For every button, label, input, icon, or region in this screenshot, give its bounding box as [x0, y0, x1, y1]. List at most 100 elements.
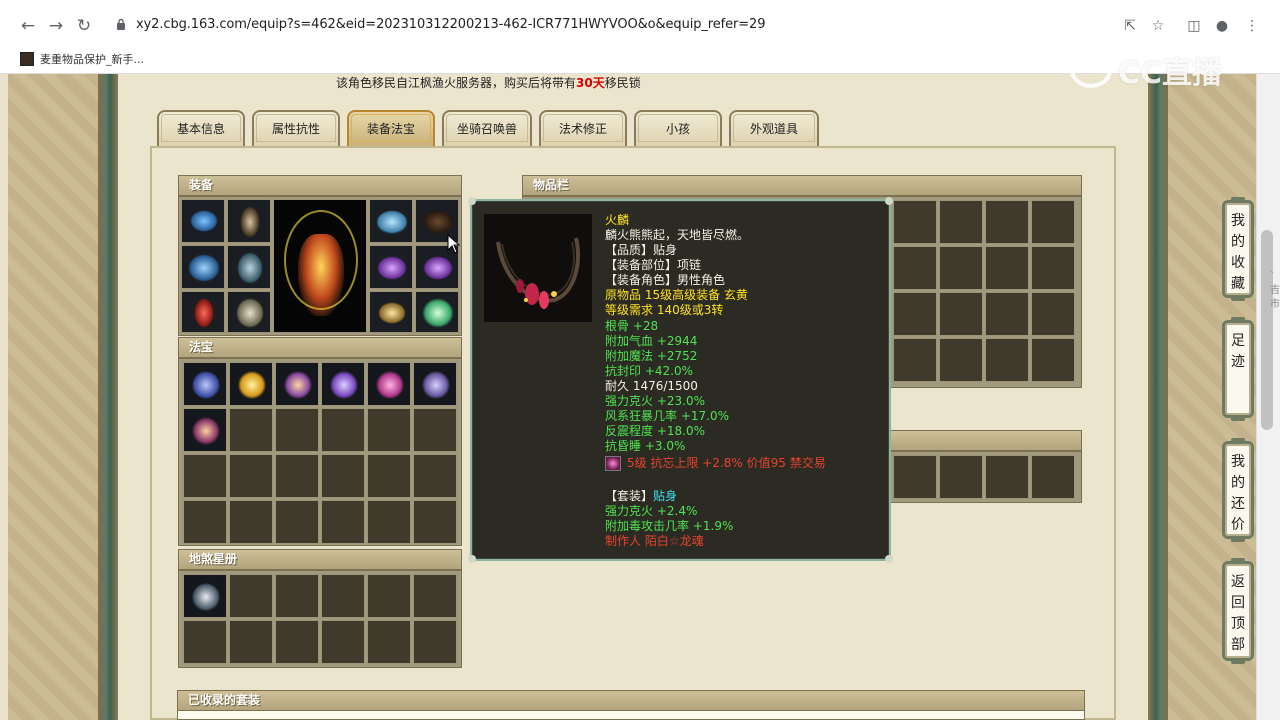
item-slot[interactable] [229, 500, 273, 544]
item-slot[interactable] [275, 574, 319, 618]
item-slot[interactable] [893, 200, 937, 244]
equipment-slot-helmet[interactable] [181, 199, 225, 243]
item-slot[interactable] [985, 246, 1029, 290]
item-slot[interactable] [183, 574, 227, 618]
item-slot[interactable] [183, 500, 227, 544]
tooltip-corner [885, 197, 893, 205]
star-icon[interactable]: ☆ [1148, 16, 1168, 36]
share-icon[interactable]: ⇱ [1120, 16, 1140, 36]
item-slot[interactable] [985, 455, 1029, 499]
item-slot[interactable] [367, 454, 411, 498]
equipment-slot-armor[interactable] [227, 245, 271, 289]
tab-basic-info[interactable]: 基本信息 [157, 110, 245, 146]
equipment-slot-weapon-top[interactable] [227, 199, 271, 243]
item-slot[interactable] [321, 574, 365, 618]
item-slot[interactable] [321, 500, 365, 544]
item-slot[interactable] [893, 455, 937, 499]
item-slot[interactable] [229, 454, 273, 498]
item-slot[interactable] [183, 362, 227, 406]
url-text[interactable]: xy2.cbg.163.com/equip?s=462&eid=20231031… [136, 17, 766, 32]
item-slot[interactable] [367, 362, 411, 406]
item-icon [192, 417, 220, 445]
item-origin: 原物品 15级高级装备 玄黄 [605, 288, 748, 302]
set-name: 贴身 [653, 489, 678, 503]
item-slot[interactable] [893, 292, 937, 336]
item-slot[interactable] [321, 620, 365, 664]
item-slot[interactable] [893, 246, 937, 290]
tab-child[interactable]: 小孩 [634, 110, 722, 146]
item-slot[interactable] [367, 408, 411, 452]
tab-equipment[interactable]: 装备法宝 [347, 110, 435, 146]
item-slot[interactable] [229, 620, 273, 664]
item-slot[interactable] [367, 620, 411, 664]
item-slot[interactable] [229, 362, 273, 406]
equipment-slot-accessory[interactable] [369, 291, 413, 333]
item-slot[interactable] [1031, 455, 1075, 499]
tooltip-corner [885, 555, 893, 563]
side-button-char: 藏 [1231, 276, 1245, 292]
item-slot[interactable] [939, 338, 983, 382]
item-slot[interactable] [1031, 292, 1075, 336]
equipment-slot-weapon[interactable] [181, 245, 225, 289]
item-slot[interactable] [939, 455, 983, 499]
history-button[interactable]: 足迹 [1222, 317, 1254, 421]
item-slot[interactable] [413, 362, 457, 406]
item-stat-line: 附加气血 +2944 [605, 334, 698, 348]
item-slot[interactable] [1031, 200, 1075, 244]
tab-attributes[interactable]: 属性抗性 [252, 110, 340, 146]
bookmark-label: 麦重物品保护_新手... [40, 53, 144, 66]
reload-icon[interactable]: ↻ [72, 14, 96, 38]
item-slot[interactable] [183, 620, 227, 664]
side-button-char: 回 [1231, 595, 1245, 611]
item-slot[interactable] [413, 500, 457, 544]
equipment-slot-ring-left[interactable] [369, 245, 413, 289]
item-slot[interactable] [985, 338, 1029, 382]
my-offers-button[interactable]: 我的还价 [1222, 438, 1254, 542]
item-slot[interactable] [413, 620, 457, 664]
sidepanel-icon[interactable]: ◫ [1184, 16, 1204, 36]
item-slot[interactable] [985, 200, 1029, 244]
equipment-slot-orb[interactable] [415, 291, 459, 333]
scrollbar-thumb[interactable] [1261, 230, 1273, 430]
item-slot[interactable] [367, 500, 411, 544]
item-slot[interactable] [413, 574, 457, 618]
item-slot[interactable] [275, 362, 319, 406]
favorites-button[interactable]: 我的收藏 [1222, 197, 1254, 301]
item-slot[interactable] [275, 620, 319, 664]
item-slot[interactable] [413, 454, 457, 498]
item-slot[interactable] [939, 292, 983, 336]
item-slot[interactable] [893, 338, 937, 382]
item-slot[interactable] [321, 362, 365, 406]
item-slot[interactable] [413, 408, 457, 452]
item-slot[interactable] [229, 574, 273, 618]
item-slot[interactable] [985, 292, 1029, 336]
bookmark-item[interactable]: 麦重物品保护_新手... [20, 50, 144, 68]
item-slot[interactable] [183, 454, 227, 498]
item-slot[interactable] [1031, 338, 1075, 382]
equipment-slot-necklace-alt[interactable] [369, 199, 413, 243]
side-button-char: 的 [1231, 475, 1245, 491]
item-slot[interactable] [229, 408, 273, 452]
tab-appearance[interactable]: 外观道具 [729, 110, 819, 146]
item-slot[interactable] [183, 408, 227, 452]
watermark-logo: CC直播 [1070, 50, 1222, 91]
item-slot[interactable] [275, 454, 319, 498]
equipment-slot-belt[interactable] [181, 291, 225, 333]
equipment-slot-boots[interactable] [227, 291, 271, 333]
item-slot[interactable] [275, 500, 319, 544]
item-slot[interactable] [939, 200, 983, 244]
menu-icon[interactable]: ⋮ [1242, 16, 1262, 36]
item-slot[interactable] [367, 574, 411, 618]
tab-spell-mod[interactable]: 法术修正 [539, 110, 627, 146]
item-slot[interactable] [321, 454, 365, 498]
item-slot[interactable] [939, 246, 983, 290]
back-icon[interactable]: ← [16, 14, 40, 38]
item-quality: 【品质】贴身 [605, 243, 678, 257]
forward-icon[interactable]: → [44, 14, 68, 38]
item-slot[interactable] [275, 408, 319, 452]
back-to-top-button[interactable]: 返回顶部 [1222, 558, 1254, 664]
item-slot[interactable] [321, 408, 365, 452]
item-slot[interactable] [1031, 246, 1075, 290]
tab-mounts-pets[interactable]: 坐骑召唤兽 [442, 110, 532, 146]
profile-icon[interactable]: ● [1212, 16, 1232, 36]
